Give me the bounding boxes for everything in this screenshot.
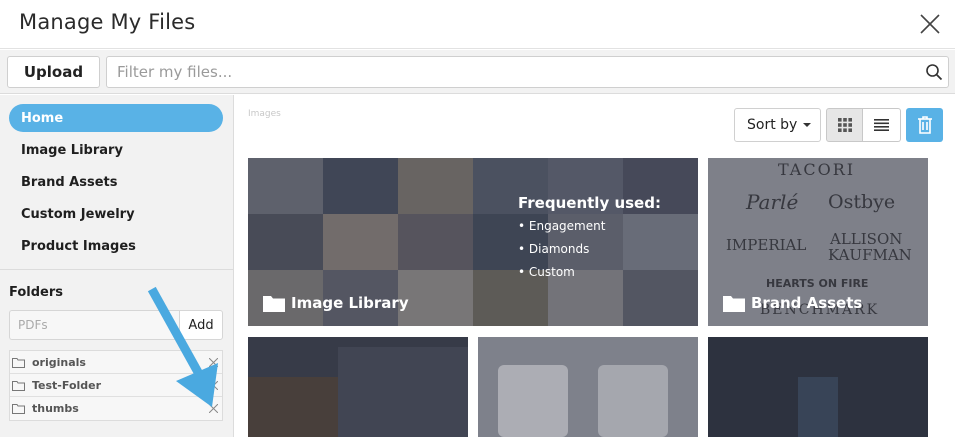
list-view-button[interactable] [863, 108, 901, 142]
grid-icon [837, 118, 852, 132]
folder-icon [12, 381, 25, 391]
sidebar: Home Image Library Brand Assets Custom J… [0, 95, 234, 437]
main-panel: Images Sort by Frequently used: • Engage… [235, 95, 955, 437]
folder-item-thumbs[interactable]: thumbs [10, 397, 222, 420]
sidebar-item-image-library[interactable]: Image Library [9, 136, 223, 164]
sidebar-item-brand-assets[interactable]: Brand Assets [9, 168, 223, 196]
sort-by-label: Sort by [747, 117, 798, 133]
sidebar-item-custom-jewelry[interactable]: Custom Jewelry [9, 200, 223, 228]
folder-name: originals [32, 355, 86, 369]
delete-folder-icon[interactable] [209, 358, 218, 367]
frequently-used-box: Frequently used: • Engagement • Diamonds… [518, 194, 661, 288]
tile-label-text: Brand Assets [751, 294, 863, 312]
sort-by-dropdown[interactable]: Sort by [734, 108, 821, 142]
trash-icon [917, 116, 932, 134]
close-icon[interactable] [918, 12, 942, 36]
tile-overlay [478, 337, 698, 437]
tile-product-images[interactable] [478, 337, 698, 437]
filter-input[interactable] [107, 57, 907, 87]
frequently-used-item: • Engagement [518, 219, 606, 233]
delete-folder-icon[interactable] [209, 381, 218, 390]
folder-item-originals[interactable]: originals [10, 351, 222, 374]
toolbar: Upload [0, 50, 955, 94]
folder-list: originals Test-Folder thumbs [9, 350, 223, 421]
filter-field[interactable] [106, 56, 949, 88]
section-label: Images [248, 109, 281, 119]
tile-overlay [248, 337, 468, 437]
sidebar-item-home[interactable]: Home [9, 104, 223, 132]
new-folder-input[interactable] [9, 310, 180, 340]
add-folder-button[interactable]: Add [179, 310, 223, 340]
folder-item-test-folder[interactable]: Test-Folder [10, 374, 222, 397]
tile-image-library[interactable]: Frequently used: • Engagement • Diamonds… [248, 158, 698, 326]
tile-images[interactable] [708, 337, 928, 437]
frequently-used-item: • Custom [518, 265, 575, 279]
folder-icon [12, 404, 25, 414]
tile-label-text: Image Library [291, 294, 409, 312]
tile-brand-assets[interactable]: TACORI Parlé Ostbye IMPERIAL ALLISON KAU… [708, 158, 928, 326]
folder-name: Test-Folder [32, 378, 102, 392]
caret-down-icon [803, 123, 812, 127]
frequently-used-title: Frequently used: [518, 194, 661, 212]
page-title: Manage My Files [19, 10, 196, 34]
delete-button[interactable] [906, 108, 943, 142]
sidebar-item-product-images[interactable]: Product Images [9, 232, 223, 260]
search-icon[interactable] [925, 63, 943, 81]
tile-label: Image Library [263, 294, 409, 312]
sidebar-divider [0, 269, 233, 270]
folder-icon [12, 358, 25, 368]
tile-overlay [708, 337, 928, 437]
tile-custom-jewelry[interactable] [248, 337, 468, 437]
modal-header: Manage My Files [0, 0, 955, 49]
list-icon [874, 119, 889, 131]
folder-icon [263, 295, 285, 312]
tile-label: Brand Assets [723, 294, 862, 312]
upload-button[interactable]: Upload [7, 56, 100, 88]
delete-folder-icon[interactable] [209, 404, 218, 413]
folder-icon [723, 295, 745, 312]
folders-heading: Folders [9, 285, 64, 300]
frequently-used-item: • Diamonds [518, 242, 590, 256]
folder-name: thumbs [32, 402, 79, 415]
grid-view-button[interactable] [826, 108, 863, 142]
